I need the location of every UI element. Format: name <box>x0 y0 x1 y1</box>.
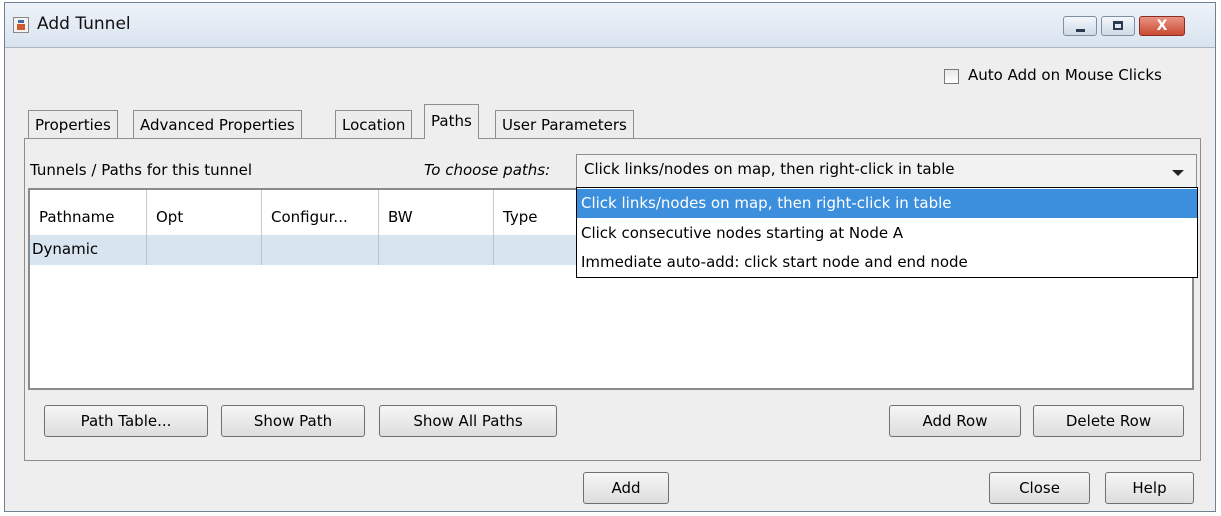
close-button[interactable]: Close <box>989 472 1090 504</box>
dropdown-option-consecutive-nodes[interactable]: Click consecutive nodes starting at Node… <box>577 219 1197 248</box>
tab-location[interactable]: Location <box>335 110 413 138</box>
table-cell-bw[interactable] <box>379 235 494 265</box>
table-cell-pathname[interactable]: Dynamic <box>30 235 147 265</box>
tab-user-parameters[interactable]: User Parameters <box>495 110 634 138</box>
path-table-button[interactable]: Path Table... <box>44 405 208 437</box>
dropdown-option-click-links-nodes[interactable]: Click links/nodes on map, then right-cli… <box>577 189 1197 218</box>
auto-add-label: Auto Add on Mouse Clicks <box>968 66 1162 84</box>
title-bar[interactable]: Add Tunnel X <box>5 3 1215 48</box>
show-path-button[interactable]: Show Path <box>221 405 365 437</box>
minimize-button[interactable] <box>1063 16 1097 36</box>
show-all-paths-button[interactable]: Show All Paths <box>379 405 557 437</box>
dropdown-option-immediate-auto-add[interactable]: Immediate auto-add: click start node and… <box>577 248 1197 277</box>
add-row-button[interactable]: Add Row <box>889 405 1021 437</box>
choose-paths-select[interactable]: Click links/nodes on map, then right-cli… <box>576 154 1197 188</box>
add-button[interactable]: Add <box>583 472 669 504</box>
table-cell-configured[interactable] <box>262 235 379 265</box>
tab-advanced-properties[interactable]: Advanced Properties <box>133 110 302 138</box>
auto-add-checkbox[interactable] <box>944 69 959 84</box>
window-title: Add Tunnel <box>37 14 131 34</box>
close-icon: X <box>1156 18 1168 34</box>
table-cell-opt[interactable] <box>147 235 262 265</box>
tab-paths[interactable]: Paths <box>424 104 479 139</box>
minimize-icon <box>1076 29 1085 32</box>
choose-paths-selected-value: Click links/nodes on map, then right-cli… <box>584 160 955 178</box>
tunnels-paths-label: Tunnels / Paths for this tunnel <box>30 161 253 179</box>
java-app-icon <box>13 17 29 33</box>
help-button[interactable]: Help <box>1105 472 1194 504</box>
chevron-down-icon[interactable] <box>1172 170 1184 176</box>
delete-row-button[interactable]: Delete Row <box>1033 405 1184 437</box>
table-cell-type[interactable] <box>494 235 578 265</box>
maximize-button[interactable] <box>1101 16 1135 36</box>
choose-paths-dropdown-list: Click links/nodes on map, then right-cli… <box>576 187 1198 278</box>
tab-properties[interactable]: Properties <box>28 110 118 138</box>
maximize-icon <box>1113 21 1123 30</box>
close-window-button[interactable]: X <box>1139 16 1185 36</box>
choose-paths-label: To choose paths: <box>424 161 551 179</box>
